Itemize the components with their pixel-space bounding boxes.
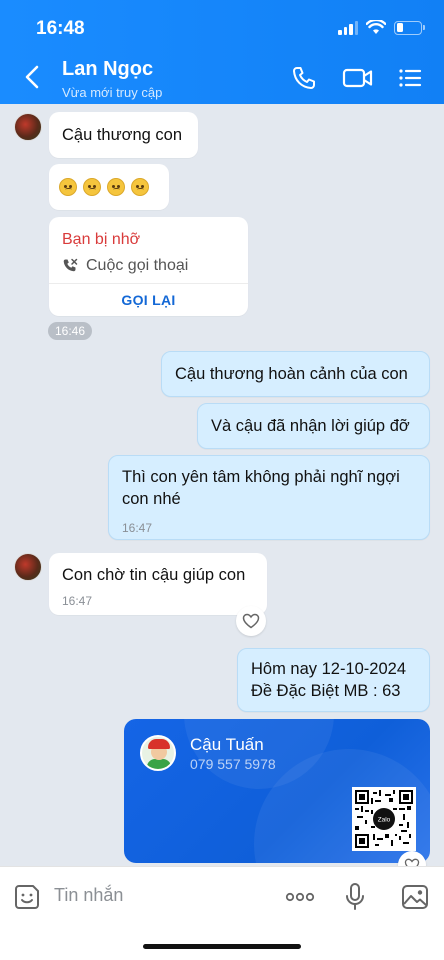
- status-bar: 16:48: [0, 14, 444, 44]
- avatar[interactable]: [14, 113, 42, 141]
- status-time: 16:48: [36, 18, 85, 39]
- wifi-icon: [366, 20, 386, 34]
- contact-status: Vừa mới truy cập: [62, 85, 163, 100]
- contact-name[interactable]: Lan Ngọc: [62, 58, 153, 81]
- divider: [49, 283, 248, 284]
- back-button[interactable]: [18, 62, 48, 92]
- message-bubble[interactable]: Con chờ tin cậu giúp con 16:47: [49, 553, 267, 615]
- contact-card-name: Cậu Tuấn: [190, 735, 264, 754]
- chat-header: 16:48 Lan Ngọc Vừa mới truy cập: [0, 0, 444, 104]
- avatar[interactable]: [14, 553, 42, 581]
- time-badge: 16:46: [48, 322, 93, 340]
- voice-call-button[interactable]: [288, 62, 320, 94]
- video-call-icon: [342, 68, 373, 88]
- microphone-icon: [346, 883, 364, 910]
- contact-avatar: [140, 735, 176, 771]
- system-icons: [338, 20, 425, 35]
- call-type-row: Cuộc gọi thoại: [62, 257, 188, 275]
- message-time: 16:47: [122, 521, 153, 535]
- cellular-signal-icon: [338, 20, 358, 35]
- crying-face-icon: [131, 178, 149, 196]
- sticker-icon: [15, 885, 39, 909]
- message-input[interactable]: Tin nhắn: [54, 885, 123, 906]
- message-time: 16:47: [62, 594, 93, 608]
- message-bubble[interactable]: Hôm nay 12-10-2024 Đề Đặc Biệt MB : 63: [237, 648, 430, 712]
- send-image-button[interactable]: [399, 881, 431, 913]
- sticker-button[interactable]: [11, 881, 43, 913]
- heart-icon: [242, 613, 260, 629]
- battery-icon: [394, 20, 425, 35]
- react-button[interactable]: [236, 606, 266, 636]
- options-menu-button[interactable]: [394, 62, 426, 94]
- more-options-button[interactable]: [284, 881, 316, 913]
- call-back-button[interactable]: GỌI LẠI: [49, 292, 248, 308]
- missed-call-icon: [63, 258, 78, 272]
- message-text: Con chờ tin cậu giúp con: [62, 566, 246, 584]
- image-icon: [402, 885, 428, 909]
- missed-call-label: Bạn bị nhỡ: [62, 231, 141, 248]
- emoji-message-bubble[interactable]: [49, 164, 169, 210]
- back-icon: [25, 65, 39, 89]
- crying-face-icon: [107, 178, 125, 196]
- message-text: Cậu thương hoàn cảnh của con: [175, 365, 408, 383]
- message-bubble[interactable]: Thì con yên tâm không phải nghĩ ngợi con…: [108, 455, 430, 540]
- message-bubble[interactable]: Cậu thương con: [49, 112, 198, 158]
- contact-card[interactable]: Cậu Tuấn 079 557 5978 Zalo: [124, 719, 430, 863]
- crying-face-icon: [83, 178, 101, 196]
- message-bubble[interactable]: Và cậu đã nhận lời giúp đỡ: [197, 403, 430, 449]
- message-text-line: Thì con yên tâm không phải nghĩ ngợi: [122, 468, 400, 486]
- menu-list-icon: [399, 69, 422, 87]
- video-call-button[interactable]: [340, 62, 376, 94]
- message-text: Cậu thương con: [62, 126, 183, 144]
- phone-icon: [293, 67, 315, 89]
- message-text: Và cậu đã nhận lời giúp đỡ: [211, 417, 410, 435]
- qr-code[interactable]: Zalo: [352, 787, 416, 851]
- qr-code-image: Zalo: [355, 790, 413, 848]
- message-bubble[interactable]: Cậu thương hoàn cảnh của con: [161, 351, 430, 397]
- more-dots-icon: [285, 892, 315, 902]
- message-text-line: con nhé: [122, 490, 181, 508]
- contact-card-phone: 079 557 5978: [190, 756, 276, 772]
- crying-face-icon: [59, 178, 77, 196]
- home-indicator[interactable]: [143, 944, 301, 949]
- qr-brand-label: Zalo: [378, 817, 391, 824]
- call-type-label: Cuộc gọi thoại: [86, 257, 189, 274]
- missed-call-card: Bạn bị nhỡ Cuộc gọi thoại GỌI LẠI: [49, 217, 248, 316]
- message-text-line: Đề Đặc Biệt MB : 63: [251, 682, 401, 700]
- message-text-line: Hôm nay 12-10-2024: [251, 660, 407, 678]
- voice-message-button[interactable]: [339, 881, 371, 913]
